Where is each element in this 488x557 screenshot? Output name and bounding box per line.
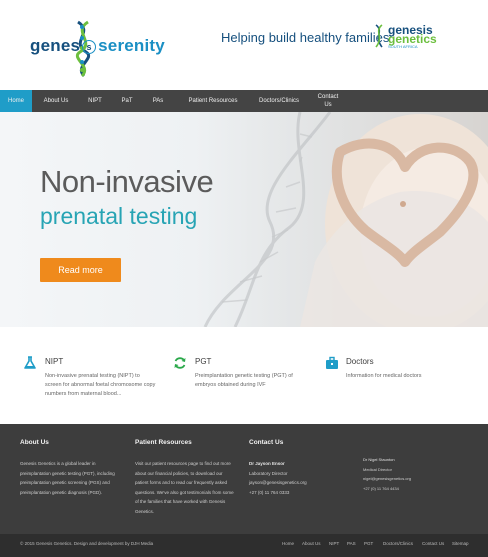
nav-item-home[interactable]: Home — [0, 90, 32, 112]
feature-title-pgt[interactable]: PGT — [195, 357, 211, 366]
feature-desc-nipt: Non-invasive prenatal testing (NIPT) to … — [45, 373, 156, 397]
hero-title-line1: Non-invasive — [40, 164, 214, 199]
logo-text-genes: genes — [30, 36, 81, 55]
read-more-button[interactable]: Read more — [40, 258, 121, 282]
nav-item-pat[interactable]: PaT — [116, 90, 138, 112]
footer-link-nipt[interactable]: NIPT — [329, 541, 339, 546]
nav-item-about[interactable]: About Us — [36, 90, 76, 112]
footer-contact-email[interactable]: jayson@genesisgenetics.org — [249, 478, 344, 488]
genesis-genetics-logo[interactable]: genesis genetics SOUTH AFRICA — [372, 24, 452, 50]
footer-link-home[interactable]: Home — [282, 541, 294, 546]
mini-dna-icon — [375, 24, 383, 48]
copyright-bar: © 2015 Genesis Genetics. Design and deve… — [0, 534, 488, 557]
footer-contact-role: Laboratory Director — [249, 470, 288, 476]
site-footer: About Us Genesis Genetics is a global le… — [0, 424, 488, 534]
site-tagline: Helping build healthy families — [221, 30, 390, 45]
feature-desc-pgt: Preimplantation genetic testing (PGT) of… — [195, 373, 293, 388]
features-section: NIPT Non-invasive prenatal testing (NIPT… — [0, 327, 488, 424]
genes-serenity-logo[interactable]: genes s serenity — [30, 18, 190, 78]
footer-resources-text: Visit our patient resources page to find… — [135, 461, 234, 514]
footer-extra-line: Dr Nigel Staunton — [363, 457, 395, 462]
footer-extra-block: Dr Nigel Staunton Medical Director nigel… — [363, 455, 463, 493]
footer-link-sitemap[interactable]: Sitemap — [452, 541, 469, 546]
refresh-icon — [174, 357, 186, 369]
footer-heading-resources: Patient Resources — [135, 439, 192, 446]
site-header: genes s serenity Helping build healthy fam… — [0, 0, 488, 90]
footer-contact-name: Dr Jayson Ensor — [249, 461, 285, 466]
logo-text-serenity: serenity — [98, 36, 165, 55]
nav-item-doctors[interactable]: Doctors/Clinics — [252, 90, 306, 112]
footer-link-pgt[interactable]: PGT — [364, 541, 373, 546]
footer-extra-line: +27 (0) 11 764 4434 — [363, 485, 399, 491]
brand-line-2: genetics — [388, 32, 437, 46]
footer-heading-about: About Us — [20, 439, 49, 446]
nav-item-pas[interactable]: PAs — [146, 90, 170, 112]
footer-heading-contact: Contact Us — [249, 439, 284, 446]
nav-item-patient-resources[interactable]: Patient Resources — [180, 90, 246, 112]
briefcase-icon — [326, 356, 338, 369]
hero-title-line2: prenatal testing — [40, 203, 198, 229]
feature-title-nipt[interactable]: NIPT — [45, 357, 63, 366]
footer-about-text: Genesis Genetics is a global leader in p… — [20, 461, 115, 495]
footer-contact-block: Dr Jayson Ensor Laboratory Director jays… — [249, 459, 344, 497]
footer-extra-line[interactable]: nigel@genesisgenetics.org — [363, 474, 463, 484]
hero-banner: Non-invasive prenatal testing Read more — [0, 112, 488, 327]
footer-link-doctors[interactable]: Doctors/Clinics — [383, 541, 413, 546]
footer-link-about[interactable]: About Us — [302, 541, 321, 546]
feature-title-doctors[interactable]: Doctors — [346, 357, 374, 366]
footer-extra-line: Medical Director — [363, 466, 392, 472]
brand-subline: SOUTH AFRICA — [388, 44, 418, 49]
nav-item-nipt[interactable]: NIPT — [82, 90, 108, 112]
nav-item-contact[interactable]: Contact Us — [314, 90, 342, 112]
main-navigation: Home About Us NIPT PaT PAs Patient Resou… — [0, 90, 488, 112]
feature-desc-doctors: Information for medical doctors — [346, 373, 422, 379]
footer-link-pas[interactable]: PAS — [347, 541, 356, 546]
logo-text-s: s — [82, 39, 97, 54]
flask-icon — [24, 356, 36, 369]
copyright-text: © 2015 Genesis Genetics. Design and deve… — [20, 541, 154, 546]
footer-link-contact[interactable]: Contact Us — [422, 541, 444, 546]
footer-contact-phone: +27 (0) 11 764 0333 — [249, 489, 290, 495]
